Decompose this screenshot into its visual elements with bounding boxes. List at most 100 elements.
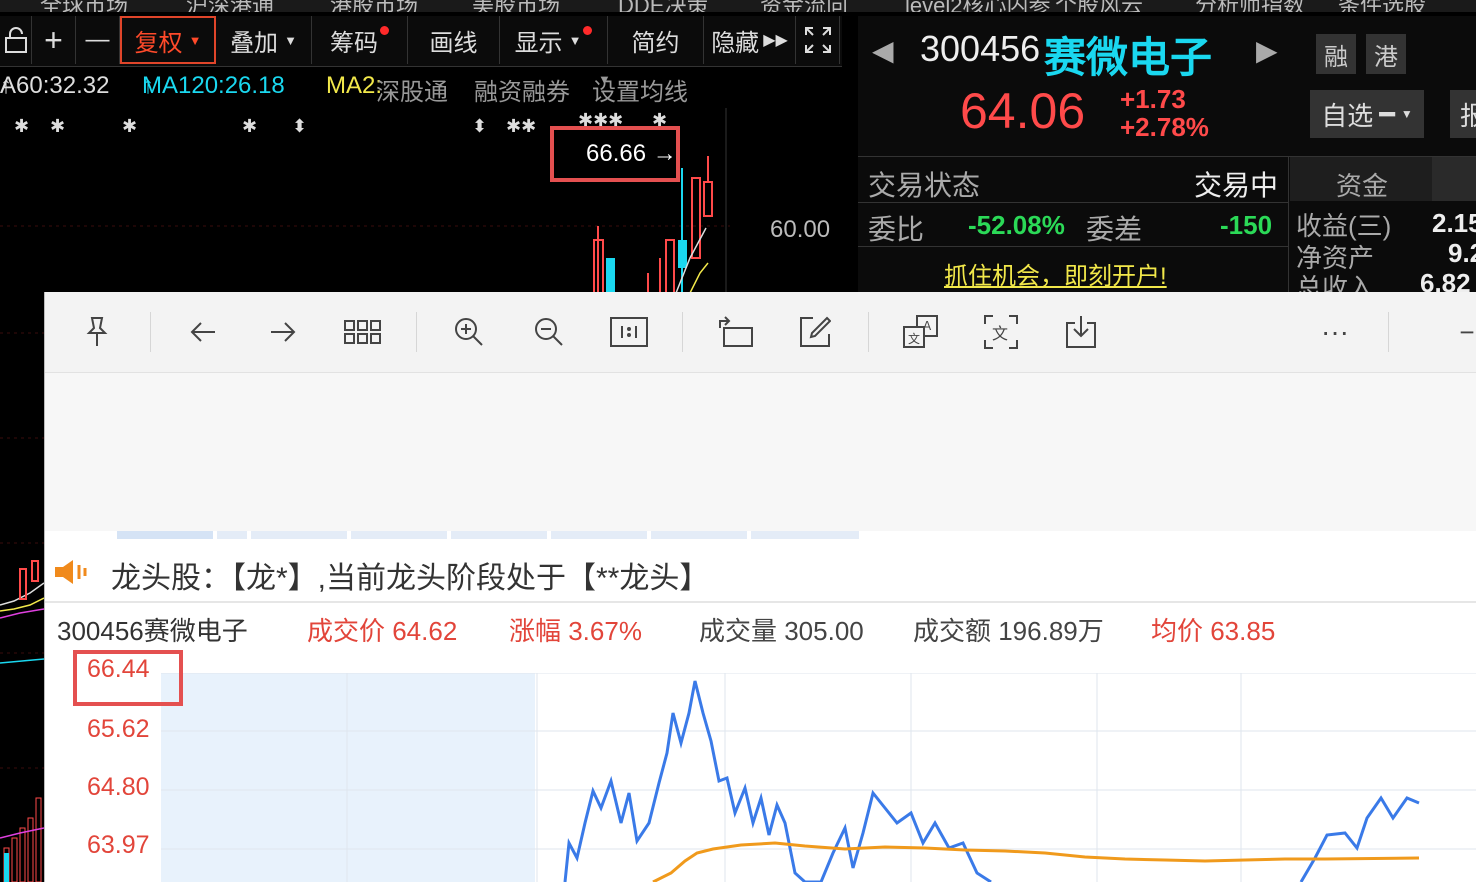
tab-dde[interactable]: DDE决策 xyxy=(618,0,708,12)
chart-toolbar: + — 复权 ▼ 叠加 ▼ 筹码 画线 显示 ▼ 简约 隐藏 ▶▶ xyxy=(0,16,842,67)
shouyi-value: 2.15 xyxy=(1432,208,1476,238)
weibi-value: -52.08% xyxy=(968,210,1065,240)
fullscreen-button[interactable] xyxy=(796,16,840,64)
tab-level2[interactable]: level2核心内参 xyxy=(905,0,1050,12)
huaxian-button[interactable]: 画线 xyxy=(408,16,500,64)
svg-text:✱✱: ✱✱ xyxy=(506,116,536,137)
price-line-right xyxy=(1299,795,1420,882)
yincang-button[interactable]: 隐藏 ▶▶ xyxy=(704,16,796,64)
ma60-value: A60:32.32 ↑ xyxy=(0,72,110,99)
y-tick-63-97: 63.97 xyxy=(87,831,150,859)
highlight-box-high xyxy=(550,126,680,182)
svg-text:A: A xyxy=(923,319,932,333)
screenshot-content: 龙头股：【龙*】,当前龙头阶段处于【**龙头】 300456赛微电子 成交价 6… xyxy=(45,531,1476,882)
zoom-in-icon xyxy=(455,318,483,346)
weicha-value: -150 xyxy=(1220,210,1273,240)
tab-us-market[interactable]: 美股市场 xyxy=(472,0,560,12)
rongzi-link[interactable]: 融资融券 xyxy=(474,72,570,107)
gang-badge[interactable]: 港 xyxy=(1366,34,1406,74)
highlight-box-top-tick xyxy=(73,650,183,706)
fuquan-dropdown[interactable]: 复权 ▼ xyxy=(120,16,216,64)
translate-icon: A文 xyxy=(903,315,938,348)
tab-analyst-index[interactable]: 分析师指数 xyxy=(1195,0,1305,12)
report-button[interactable]: 报 xyxy=(1450,90,1476,138)
tab-global-market[interactable]: 全球市场 xyxy=(40,0,128,12)
price-axis-label: 60.00 xyxy=(770,216,831,243)
kline-svg: ✱ ✱ ✱ ✱ ⬍ ⬍ ✱✱ ✱✱✱ ✱ xyxy=(0,108,730,293)
ma120-value: MA120:26.18 ↑ xyxy=(142,72,285,99)
caret-down-icon: ▼ xyxy=(284,32,297,48)
translate-button[interactable]: A文 xyxy=(901,312,941,352)
zoom-out-button[interactable] xyxy=(529,312,569,352)
minimize-button[interactable]: − xyxy=(1457,312,1476,352)
caret-down-icon: ▼ xyxy=(188,32,202,48)
chouma-button[interactable]: 筹码 xyxy=(312,16,408,64)
stock-info-panel: ◀ 300456 赛微电子 ▶ 融 港 64.06 +1.73 +2.78% 自… xyxy=(858,16,1476,303)
back-button[interactable] xyxy=(183,312,223,352)
price-line xyxy=(563,680,992,882)
next-stock-icon[interactable]: ▶ xyxy=(1256,34,1278,67)
y-tick-65-62: 65.62 xyxy=(87,715,150,743)
current-price: 64.06 xyxy=(960,83,1086,139)
amount: 成交额 196.89万 xyxy=(913,616,1104,646)
chart-left-strip xyxy=(0,332,44,882)
rotate-button[interactable] xyxy=(715,312,755,352)
double-arrow-icon: ▶▶ xyxy=(763,32,788,49)
y-tick-64-80: 64.80 xyxy=(87,773,150,801)
open-account-link[interactable]: 抓住机会，即刻开户! xyxy=(944,256,1167,291)
prev-stock-icon[interactable]: ◀ xyxy=(872,34,894,67)
svg-text:✱: ✱ xyxy=(122,116,137,137)
speaker-icon xyxy=(55,560,87,584)
svg-text:✱: ✱ xyxy=(242,116,257,137)
actual-size-button[interactable] xyxy=(609,312,649,352)
edit-button[interactable] xyxy=(795,312,835,352)
jianyue-button[interactable]: 简约 xyxy=(608,16,704,64)
grid-icon xyxy=(344,320,381,344)
ma2-value: MA2: xyxy=(326,72,383,99)
zoom-in-button[interactable] xyxy=(449,312,489,352)
svg-text:文: 文 xyxy=(908,331,920,346)
zijin-tab[interactable]: 资金 xyxy=(1336,166,1388,203)
ocr-icon: 文 xyxy=(984,315,1018,349)
tab-stock-news[interactable]: 个股风云 xyxy=(1055,0,1143,12)
kline-chart[interactable]: ✱ ✱ ✱ ✱ ⬍ ⬍ ✱✱ ✱✱✱ ✱ 66.66 → 60.00 xyxy=(0,108,842,293)
stock-name: 赛微电子 xyxy=(1044,34,1213,81)
svg-text:文: 文 xyxy=(992,324,1008,343)
save-icon xyxy=(1066,316,1096,348)
gallery-button[interactable] xyxy=(343,312,383,352)
svg-text:✱: ✱ xyxy=(14,116,29,137)
svg-text:⬍: ⬍ xyxy=(292,116,307,137)
lock-button[interactable] xyxy=(0,16,32,64)
fullscreen-icon xyxy=(804,27,831,53)
minus-icon: ━ xyxy=(1379,98,1395,129)
svg-text:⬍: ⬍ xyxy=(472,116,487,137)
more-button[interactable]: ··· xyxy=(1315,312,1355,352)
notification-dot xyxy=(380,25,389,35)
jingzichan-value: 9.2 xyxy=(1448,238,1476,268)
xianshi-dropdown[interactable]: 显示 ▼ xyxy=(500,16,608,64)
forward-arrow-icon xyxy=(271,322,296,342)
save-button[interactable] xyxy=(1061,312,1101,352)
edit-icon xyxy=(800,316,831,347)
zoom-minus-button[interactable]: — xyxy=(76,16,120,64)
tab-stock-screener[interactable]: 条件选股 xyxy=(1338,0,1426,12)
pin-button[interactable] xyxy=(77,312,117,352)
dragon-stage-text: 龙头股：【龙*】,当前龙头阶段处于【**龙头】 xyxy=(111,562,710,595)
viewer-toolbar: A文 文 ··· − xyxy=(45,292,1476,373)
volume: 成交量 305.00 xyxy=(699,616,864,646)
tab-hk-market[interactable]: 港股市场 xyxy=(330,0,418,12)
zoom-plus-button[interactable]: + xyxy=(32,16,76,64)
more-icon: ··· xyxy=(1321,316,1349,347)
notification-dot xyxy=(583,25,593,35)
viewer-blank-area xyxy=(45,373,1476,531)
price-change: +1.73 xyxy=(1120,84,1186,114)
tab-fund-flow[interactable]: 资金流向 xyxy=(760,0,848,12)
ocr-button[interactable]: 文 xyxy=(981,312,1021,352)
pin-icon xyxy=(86,317,108,346)
rong-badge[interactable]: 融 xyxy=(1316,34,1356,74)
zixuan-dropdown[interactable]: 自选 ━ ▼ xyxy=(1310,90,1424,138)
diejia-dropdown[interactable]: 叠加 ▼ xyxy=(216,16,312,64)
tab-hk-connect[interactable]: 沪深港通 xyxy=(186,0,274,12)
shengutong-link[interactable]: 深股通 xyxy=(376,72,448,107)
forward-button[interactable] xyxy=(263,312,303,352)
